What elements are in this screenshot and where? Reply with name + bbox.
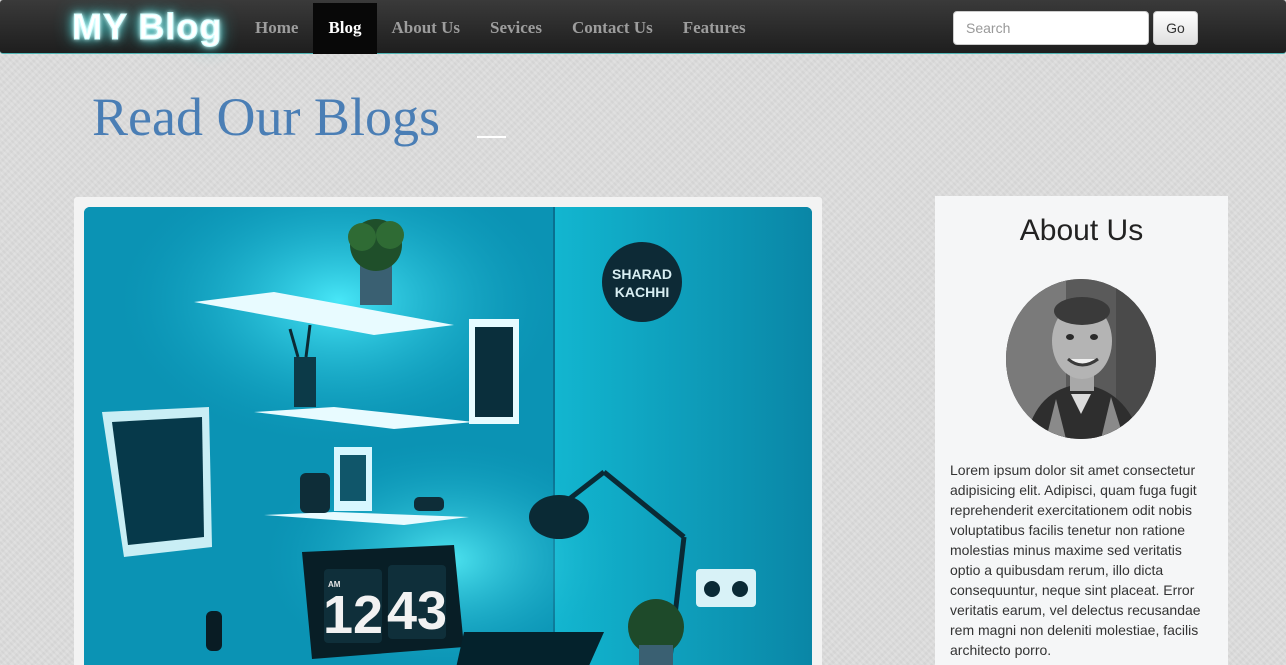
desk-setup-photo-icon[interactable]: SHARAD KACHHI AM 12 43 <box>84 207 812 665</box>
nav-link-services[interactable]: Sevices <box>475 3 557 54</box>
go-button[interactable]: Go <box>1153 11 1198 45</box>
sidebar-title: About Us <box>1019 214 1144 247</box>
navbar: MY Blog Home Blog About Us Sevices Conta… <box>0 0 1286 54</box>
nav-link-blog[interactable]: Blog <box>313 3 377 54</box>
search-input[interactable] <box>953 11 1149 45</box>
nav-link-features[interactable]: Features <box>668 3 761 54</box>
about-us-sidebar: About Us Lorem ipsum dolor sit amet cons… <box>935 196 1228 665</box>
brand-logo[interactable]: MY Blog <box>71 6 222 48</box>
page-title: Read Our Blogs <box>92 87 440 147</box>
nav-link-contact-us[interactable]: Contact Us <box>557 3 668 54</box>
about-us-text: Lorem ipsum dolor sit amet consectetur a… <box>950 462 1201 658</box>
wall-sign-line2: KACHHI <box>615 284 669 300</box>
nav-links: Home Blog About Us Sevices Contact Us Fe… <box>240 3 761 54</box>
title-underscore <box>477 136 506 138</box>
nav-link-about-us[interactable]: About Us <box>377 3 476 54</box>
wall-sign-line1: SHARAD <box>612 266 672 282</box>
profile-photo-icon <box>1006 279 1156 439</box>
nav-link-home[interactable]: Home <box>240 3 313 54</box>
clock-minutes: 43 <box>387 581 447 641</box>
clock-hours: 12 <box>323 585 383 645</box>
